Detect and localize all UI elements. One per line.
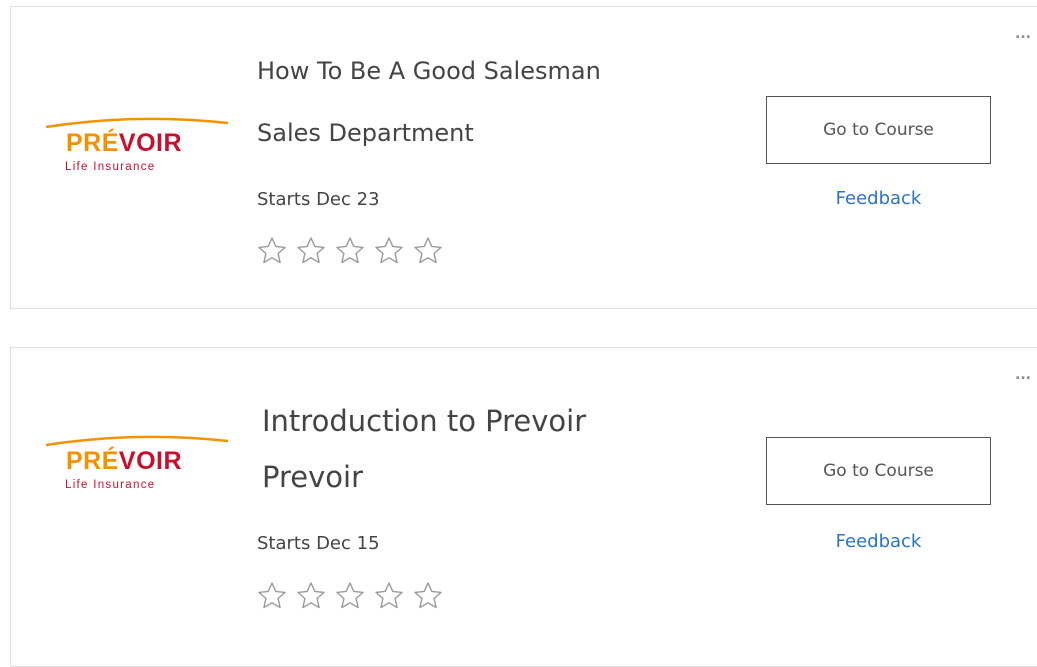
star-icon[interactable] — [255, 235, 294, 265]
logo-brand: PRÉVOIR — [66, 447, 183, 475]
feedback-link[interactable]: Feedback — [766, 188, 991, 209]
go-to-course-button[interactable]: Go to Course — [766, 437, 991, 505]
star-icon[interactable] — [372, 235, 411, 265]
rating-stars — [255, 580, 450, 610]
feedback-link[interactable]: Feedback — [766, 531, 991, 552]
course-start-date: Starts Dec 15 — [257, 533, 380, 554]
prevoir-logo: PRÉVOIR Life Insurance — [44, 113, 230, 183]
course-card: ... PRÉVOIR Life Insurance How To Be A G… — [10, 6, 1037, 309]
star-icon[interactable] — [411, 235, 450, 265]
course-title: How To Be A Good Salesman — [257, 57, 601, 85]
logo-brand: PRÉVOIR — [66, 129, 183, 157]
star-icon[interactable] — [411, 580, 450, 610]
star-icon[interactable] — [255, 580, 294, 610]
course-start-date: Starts Dec 23 — [257, 189, 380, 210]
rating-stars — [255, 235, 450, 265]
logo-tagline: Life Insurance — [65, 161, 156, 173]
star-icon[interactable] — [294, 235, 333, 265]
star-icon[interactable] — [372, 580, 411, 610]
course-department: Prevoir — [262, 460, 363, 494]
go-to-course-button[interactable]: Go to Course — [766, 96, 991, 164]
star-icon[interactable] — [333, 580, 372, 610]
more-options-icon[interactable]: ... — [1015, 368, 1031, 382]
logo-tagline: Life Insurance — [65, 479, 156, 491]
prevoir-logo: PRÉVOIR Life Insurance — [44, 431, 230, 501]
logo-arc — [45, 117, 229, 129]
course-card: ... PRÉVOIR Life Insurance Introduction … — [10, 347, 1037, 667]
logo-arc — [45, 435, 229, 447]
star-icon[interactable] — [294, 580, 333, 610]
star-icon[interactable] — [333, 235, 372, 265]
more-options-icon[interactable]: ... — [1015, 27, 1031, 41]
course-title: Introduction to Prevoir — [262, 404, 587, 438]
course-department: Sales Department — [257, 119, 474, 147]
